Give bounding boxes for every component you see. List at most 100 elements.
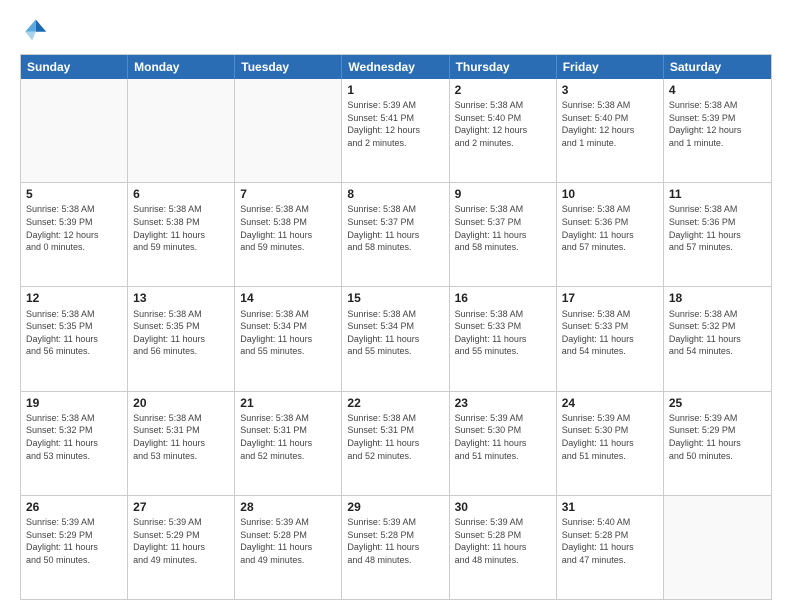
calendar-cell: 9Sunrise: 5:38 AMSunset: 5:37 PMDaylight… — [450, 183, 557, 286]
day-number: 30 — [455, 499, 551, 515]
day-info: Sunrise: 5:39 AMSunset: 5:28 PMDaylight:… — [455, 516, 551, 566]
calendar-header: SundayMondayTuesdayWednesdayThursdayFrid… — [21, 55, 771, 79]
day-info: Sunrise: 5:39 AMSunset: 5:41 PMDaylight:… — [347, 99, 443, 149]
day-number: 14 — [240, 290, 336, 306]
day-number: 18 — [669, 290, 766, 306]
calendar-cell: 12Sunrise: 5:38 AMSunset: 5:35 PMDayligh… — [21, 287, 128, 390]
calendar-row: 12 Sunrise: 5:38 AMSunset: 5:35 PMDayligh… — [21, 286, 771, 390]
day-number: 28 — [240, 499, 336, 515]
calendar-cell — [21, 79, 128, 182]
calendar-cell: 17Sunrise: 5:38 AMSunset: 5:33 PMDayligh… — [557, 287, 664, 390]
calendar-cell: 6Sunrise: 5:38 AMSunset: 5:38 PMDaylight… — [128, 183, 235, 286]
day-info: Sunrise: 5:38 AMSunset: 5:34 PMDaylight:… — [240, 308, 336, 358]
calendar-cell: 3Sunrise: 5:38 AMSunset: 5:40 PMDaylight… — [557, 79, 664, 182]
calendar-cell: 30Sunrise: 5:39 AMSunset: 5:28 PMDayligh… — [450, 496, 557, 599]
calendar-cell: 28Sunrise: 5:39 AMSunset: 5:28 PMDayligh… — [235, 496, 342, 599]
day-info: Sunrise: 5:38 AMSunset: 5:36 PMDaylight:… — [669, 203, 766, 253]
calendar-cell: 21Sunrise: 5:38 AMSunset: 5:31 PMDayligh… — [235, 392, 342, 495]
day-number: 5 — [26, 186, 122, 202]
day-info: Sunrise: 5:38 AMSunset: 5:33 PMDaylight:… — [455, 308, 551, 358]
day-number: 20 — [133, 395, 229, 411]
day-number: 2 — [455, 82, 551, 98]
day-number: 8 — [347, 186, 443, 202]
calendar-cell: 15 Sunrise: 5:38 AMSunset: 5:34 PMDayligh… — [342, 287, 449, 390]
day-number: 13 — [133, 290, 229, 306]
calendar-cell: 23Sunrise: 5:39 AMSunset: 5:30 PMDayligh… — [450, 392, 557, 495]
weekday-header: Sunday — [21, 55, 128, 79]
day-info: Sunrise: 5:38 AMSunset: 5:36 PMDaylight:… — [562, 203, 658, 253]
calendar-cell: 1Sunrise: 5:39 AMSunset: 5:41 PMDaylight… — [342, 79, 449, 182]
day-info: Sunrise: 5:39 AMSunset: 5:28 PMDaylight:… — [240, 516, 336, 566]
calendar-cell: 4Sunrise: 5:38 AMSunset: 5:39 PMDaylight… — [664, 79, 771, 182]
header — [20, 16, 772, 44]
day-info: Sunrise: 5:38 AMSunset: 5:34 PMDaylight:… — [347, 308, 443, 358]
day-number: 3 — [562, 82, 658, 98]
day-info: Sunrise: 5:38 AMSunset: 5:35 PMDaylight:… — [133, 308, 229, 358]
day-info: Sunrise: 5:38 AMSunset: 5:39 PMDaylight:… — [26, 203, 122, 253]
calendar-cell: 19Sunrise: 5:38 AMSunset: 5:32 PMDayligh… — [21, 392, 128, 495]
weekday-header: Friday — [557, 55, 664, 79]
day-info: Sunrise: 5:38 AMSunset: 5:31 PMDaylight:… — [133, 412, 229, 462]
calendar-cell: 29Sunrise: 5:39 AMSunset: 5:28 PMDayligh… — [342, 496, 449, 599]
calendar-cell: 10Sunrise: 5:38 AMSunset: 5:36 PMDayligh… — [557, 183, 664, 286]
day-number: 17 — [562, 290, 658, 306]
calendar-cell: 18 Sunrise: 5:38 AMSunset: 5:32 PMDayligh… — [664, 287, 771, 390]
day-info: Sunrise: 5:38 AMSunset: 5:32 PMDaylight:… — [669, 308, 766, 358]
day-number: 24 — [562, 395, 658, 411]
day-info: Sunrise: 5:39 AMSunset: 5:29 PMDaylight:… — [133, 516, 229, 566]
calendar-cell — [235, 79, 342, 182]
calendar-cell: 22Sunrise: 5:38 AMSunset: 5:31 PMDayligh… — [342, 392, 449, 495]
day-number: 6 — [133, 186, 229, 202]
calendar-body: 1Sunrise: 5:39 AMSunset: 5:41 PMDaylight… — [21, 79, 771, 599]
day-info: Sunrise: 5:39 AMSunset: 5:30 PMDaylight:… — [455, 412, 551, 462]
day-number: 31 — [562, 499, 658, 515]
day-number: 26 — [26, 499, 122, 515]
day-number: 16 — [455, 290, 551, 306]
page: SundayMondayTuesdayWednesdayThursdayFrid… — [0, 0, 792, 612]
calendar-cell: 27Sunrise: 5:39 AMSunset: 5:29 PMDayligh… — [128, 496, 235, 599]
day-info: Sunrise: 5:38 AMSunset: 5:40 PMDaylight:… — [455, 99, 551, 149]
calendar-cell: 26Sunrise: 5:39 AMSunset: 5:29 PMDayligh… — [21, 496, 128, 599]
calendar-row: 5Sunrise: 5:38 AMSunset: 5:39 PMDaylight… — [21, 182, 771, 286]
weekday-header: Saturday — [664, 55, 771, 79]
calendar-cell: 13 Sunrise: 5:38 AMSunset: 5:35 PMDayligh… — [128, 287, 235, 390]
calendar-cell: 7Sunrise: 5:38 AMSunset: 5:38 PMDaylight… — [235, 183, 342, 286]
calendar-cell — [664, 496, 771, 599]
day-info: Sunrise: 5:39 AMSunset: 5:29 PMDaylight:… — [669, 412, 766, 462]
day-info: Sunrise: 5:38 AMSunset: 5:37 PMDaylight:… — [347, 203, 443, 253]
day-number: 29 — [347, 499, 443, 515]
day-info: Sunrise: 5:38 AMSunset: 5:39 PMDaylight:… — [669, 99, 766, 149]
calendar-cell: 5Sunrise: 5:38 AMSunset: 5:39 PMDaylight… — [21, 183, 128, 286]
day-number: 15 — [347, 290, 443, 306]
logo-icon — [20, 16, 48, 44]
day-number: 27 — [133, 499, 229, 515]
day-info: Sunrise: 5:38 AMSunset: 5:37 PMDaylight:… — [455, 203, 551, 253]
calendar-cell: 20Sunrise: 5:38 AMSunset: 5:31 PMDayligh… — [128, 392, 235, 495]
calendar-cell: 25Sunrise: 5:39 AMSunset: 5:29 PMDayligh… — [664, 392, 771, 495]
weekday-header: Tuesday — [235, 55, 342, 79]
day-info: Sunrise: 5:38 AMSunset: 5:31 PMDaylight:… — [240, 412, 336, 462]
weekday-header: Thursday — [450, 55, 557, 79]
calendar-row: 26 Sunrise: 5:39 AMSunset: 5:29 PMDayligh… — [21, 495, 771, 599]
day-info: Sunrise: 5:38 AMSunset: 5:31 PMDaylight:… — [347, 412, 443, 462]
day-number: 1 — [347, 82, 443, 98]
day-number: 21 — [240, 395, 336, 411]
day-number: 4 — [669, 82, 766, 98]
calendar-row: 19Sunrise: 5:38 AMSunset: 5:32 PMDayligh… — [21, 391, 771, 495]
calendar-cell: 14 Sunrise: 5:38 AMSunset: 5:34 PMDayligh… — [235, 287, 342, 390]
calendar-cell: 24Sunrise: 5:39 AMSunset: 5:30 PMDayligh… — [557, 392, 664, 495]
day-info: Sunrise: 5:38 AMSunset: 5:40 PMDaylight:… — [562, 99, 658, 149]
calendar-cell — [128, 79, 235, 182]
day-number: 10 — [562, 186, 658, 202]
day-number: 19 — [26, 395, 122, 411]
calendar-cell: 2Sunrise: 5:38 AMSunset: 5:40 PMDaylight… — [450, 79, 557, 182]
weekday-header: Wednesday — [342, 55, 449, 79]
day-info: Sunrise: 5:39 AMSunset: 5:30 PMDaylight:… — [562, 412, 658, 462]
day-info: Sunrise: 5:38 AMSunset: 5:38 PMDaylight:… — [133, 203, 229, 253]
day-number: 12 — [26, 290, 122, 306]
day-info: Sunrise: 5:39 AMSunset: 5:28 PMDaylight:… — [347, 516, 443, 566]
day-info: Sunrise: 5:38 AMSunset: 5:32 PMDaylight:… — [26, 412, 122, 462]
logo — [20, 16, 52, 44]
day-number: 22 — [347, 395, 443, 411]
day-number: 11 — [669, 186, 766, 202]
